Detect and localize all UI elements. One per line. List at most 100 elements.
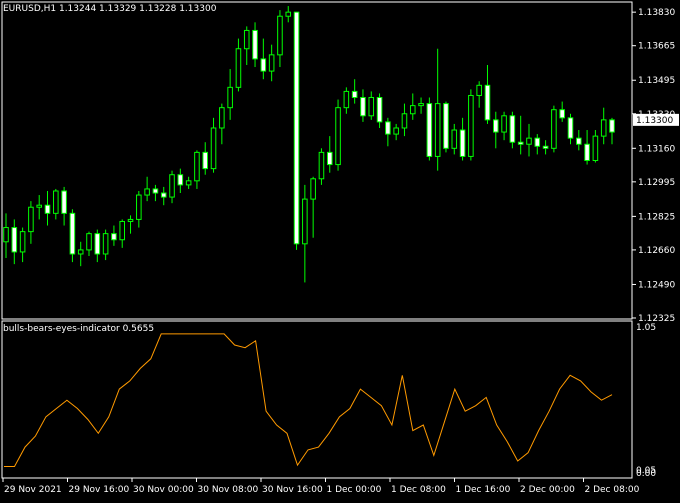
time-tick-label: 1 Dec 16:00 xyxy=(456,485,511,495)
time-tick-label: 29 Nov 16:00 xyxy=(69,485,130,495)
candle-bull xyxy=(501,115,507,133)
candle-bull xyxy=(127,218,134,222)
candle-bull xyxy=(476,84,482,96)
candle-bull xyxy=(285,11,292,17)
candle-bull xyxy=(144,188,150,196)
indicator-line xyxy=(4,333,613,467)
time-tick-label: 30 Nov 00:00 xyxy=(133,485,194,495)
candle-bear xyxy=(584,143,590,162)
chart-frame[interactable]: 1.138301.136651.134951.133301.131601.129… xyxy=(0,0,680,500)
candle-bull xyxy=(335,107,341,166)
candle-bull xyxy=(468,94,474,157)
price-tick-label: 1.13830 xyxy=(638,8,675,18)
candle-bear xyxy=(443,103,449,149)
candle-bull xyxy=(526,137,532,145)
sub-panel-title: bulls-bears-eyes-indicator 0.5655 xyxy=(3,324,155,334)
candle-bull xyxy=(302,198,308,245)
candle-bear xyxy=(426,103,433,157)
candle-bull xyxy=(86,233,92,251)
candle-bear xyxy=(177,174,184,186)
price-tick-label: 1.13160 xyxy=(638,144,675,154)
main-panel-title: EURUSD,H1 1.13244 1.13329 1.13228 1.1330… xyxy=(3,4,217,14)
candle-bear xyxy=(69,212,76,255)
candle-bull xyxy=(551,109,557,149)
time-tick-label: 1 Dec 08:00 xyxy=(391,485,446,495)
candle-bear xyxy=(609,119,615,133)
time-tick-label: 1 Dec 00:00 xyxy=(327,485,382,495)
candle-bull xyxy=(210,127,217,170)
candle-bull xyxy=(243,29,250,50)
time-tick-label: 30 Nov 08:00 xyxy=(198,485,259,495)
price-tick-label: 1.13495 xyxy=(638,76,675,86)
candle-bull xyxy=(102,233,109,255)
candle-bull xyxy=(409,105,416,115)
candle-bear xyxy=(61,190,67,214)
price-tick-label: 1.12490 xyxy=(638,280,675,290)
candle-bull xyxy=(268,54,275,72)
candle-bull xyxy=(119,220,126,241)
main-panel-frame xyxy=(1,1,633,320)
candle-bull xyxy=(136,194,142,220)
candle-bull xyxy=(393,127,399,135)
candle-bull xyxy=(310,178,316,200)
candle-bear xyxy=(385,121,391,135)
candle-bull xyxy=(277,15,283,56)
candle-bull xyxy=(600,119,607,137)
candle-bear xyxy=(260,58,267,72)
current-price-label: 1.13300 xyxy=(636,116,673,126)
time-tick-label: 2 Dec 00:00 xyxy=(520,485,575,495)
candle-bull xyxy=(401,113,408,129)
candle-bear xyxy=(111,233,117,241)
sub-top-tick-label: 1.05 xyxy=(636,323,656,333)
candle-bull xyxy=(77,249,84,255)
candle-bear xyxy=(202,151,209,170)
candle-bear xyxy=(94,233,101,255)
candle-bear xyxy=(326,151,333,166)
candle-bear xyxy=(376,97,383,123)
candle-bull xyxy=(318,151,325,180)
candle-bull xyxy=(36,204,42,208)
candle-bull xyxy=(194,151,200,182)
candle-bear xyxy=(509,115,516,143)
candle-bear xyxy=(152,188,159,194)
candle-bear xyxy=(44,204,51,214)
candle-bull xyxy=(219,107,225,129)
candle-bull xyxy=(227,86,233,109)
price-tick-label: 1.12995 xyxy=(638,178,675,188)
chart-canvas[interactable]: 1.138301.136651.134951.133301.131601.129… xyxy=(0,0,680,500)
candle-bull xyxy=(451,129,458,149)
candle-bull xyxy=(235,48,242,88)
candle-bear xyxy=(360,97,366,117)
candle-bear xyxy=(484,84,491,121)
candle-bear xyxy=(459,129,466,157)
candle-bull xyxy=(343,90,350,109)
candle-bear xyxy=(492,119,499,133)
sub-bottom-tick-label: 0.00 xyxy=(636,469,656,479)
price-tick-label: 1.13665 xyxy=(638,42,675,52)
candle-bull xyxy=(28,206,34,233)
candle-bull xyxy=(434,103,441,157)
candle-bull xyxy=(53,190,59,214)
candle-bear xyxy=(559,109,565,119)
candle-bear xyxy=(517,141,524,145)
candle-bull xyxy=(169,174,175,198)
candle-bear xyxy=(160,192,167,198)
candle-bull xyxy=(19,231,26,253)
sub-panel-frame xyxy=(1,320,633,479)
candle-bull xyxy=(368,97,375,117)
candle-bear xyxy=(351,90,358,99)
candle-bull xyxy=(592,135,599,162)
candle-bull xyxy=(185,180,192,186)
candle-bear xyxy=(576,137,582,145)
candle-bear xyxy=(534,137,541,147)
price-tick-label: 1.12825 xyxy=(638,212,675,222)
candle-bull xyxy=(418,103,424,107)
candle-bear xyxy=(252,29,258,60)
price-tick-label: 1.12660 xyxy=(638,246,675,256)
candle-bull xyxy=(3,227,9,243)
time-tick-label: 29 Nov 2021 xyxy=(4,485,62,495)
candle-bear xyxy=(11,227,18,253)
candle-bear xyxy=(542,145,549,149)
candle-bear xyxy=(293,11,300,245)
time-tick-label: 30 Nov 16:00 xyxy=(262,485,323,495)
